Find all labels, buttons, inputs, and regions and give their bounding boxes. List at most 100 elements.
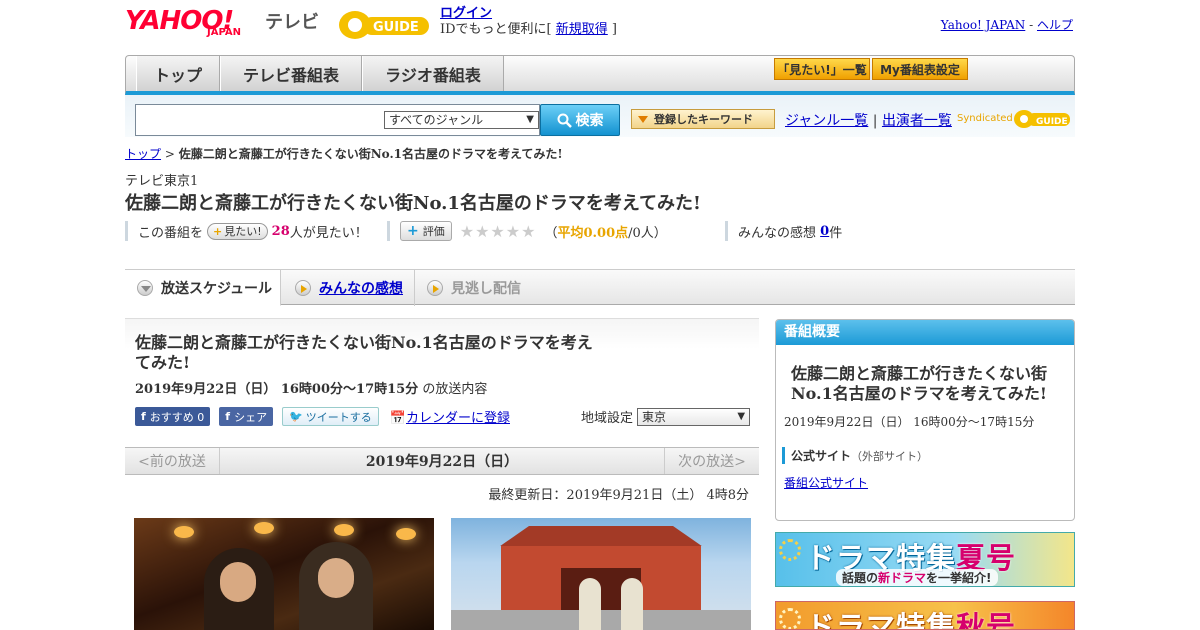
temple-steps	[451, 610, 751, 630]
genre-select[interactable]: すべてのジャンル ▼	[384, 111, 539, 129]
gguide-logo-icon[interactable]: GUIDE	[333, 7, 433, 41]
program-overview-header: 番組概要	[776, 320, 1074, 345]
yahoo-japan-link[interactable]: Yahoo! JAPAN	[941, 18, 1026, 32]
temple-roof	[500, 526, 702, 546]
plus-icon: +	[407, 223, 419, 239]
banner-sub-b: 新ドラマ	[878, 571, 927, 585]
tv-logo-text[interactable]: テレビ	[265, 8, 319, 34]
tab-reviews-label: みんなの感想	[319, 281, 403, 297]
id-suffix-text: ]	[607, 22, 617, 37]
page: YAHOO! JAPAN テレビ GUIDE ログイン IDでもっと便利に[ 新…	[125, 0, 1075, 630]
want-count: 28	[271, 223, 290, 239]
banner-subtitle: 話題の新ドラマを一挙紹介!	[836, 569, 998, 586]
rate-button-label: 評価	[422, 225, 445, 238]
facebook-icon: f	[141, 410, 146, 423]
login-link[interactable]: ログイン	[440, 6, 492, 21]
prev-broadcast-button: <前の放送	[125, 448, 220, 474]
search-button[interactable]: 検索	[540, 104, 620, 136]
avg-raters: /0人）	[628, 225, 667, 241]
pager-date: 2019年9月22日（日）	[365, 454, 519, 470]
calendar-register-link[interactable]: カレンダーに登録	[406, 411, 510, 426]
dropdown-arrow-icon: ▼	[737, 410, 746, 422]
my-schedule-settings-button[interactable]: My番組表設定	[872, 58, 968, 80]
breadcrumb-current: 佐藤二朗と斎藤工が行きたくない街No.1名古屋のドラマを考えてみた!	[178, 147, 563, 161]
rating-group: + 評価 ★★★★★ （平均0.00点/0人）	[387, 221, 667, 241]
official-site-link[interactable]: 番組公式サイト	[784, 474, 868, 491]
top-right-links: Yahoo! JAPAN - ヘルプ	[941, 16, 1073, 33]
cast-list-link[interactable]: 出演者一覧	[882, 113, 952, 129]
link-divider: |	[872, 113, 878, 129]
facebook-recommend-label: おすすめ 0	[149, 410, 205, 424]
gguide-logo-text: GUIDE	[373, 20, 419, 35]
broadcast-pager: <前の放送 2019年9月22日（日） 次の放送>	[125, 447, 759, 475]
drama-summer-banner[interactable]: ドラマ特集夏号 話題の新ドラマを一挙紹介!	[775, 532, 1075, 587]
banner-title: ドラマ特集秋号	[806, 604, 1017, 630]
top-link-separator: -	[1025, 18, 1037, 32]
overview-title: 佐藤二朗と斎藤工が行きたくない街No.1名古屋のドラマを考えてみた!	[791, 364, 1048, 403]
person-face	[220, 562, 256, 602]
facebook-share-label: シェア	[234, 410, 268, 424]
search-bar: すべてのジャンル ▼ 検索 登録したキーワード ジャンル一覧 | 出演者一覧 S…	[125, 95, 1075, 137]
help-link[interactable]: ヘルプ	[1037, 18, 1073, 32]
watchlist-button[interactable]: 「見たい!」一覧	[774, 58, 870, 80]
gguide-small-logo-icon: GUIDE	[1014, 110, 1070, 128]
program-subtabs: 放送スケジュール みんなの感想 見逃し配信	[125, 269, 1075, 306]
nav-tab-top[interactable]: トップ	[136, 56, 220, 91]
region-setting: 地域設定 東京 ▼	[581, 407, 751, 426]
lamp-decoration	[396, 528, 416, 540]
broadcast-datetime-suffix: の放送内容	[418, 382, 488, 397]
broadcast-title: 佐藤二朗と斎藤工が行きたくない街No.1名古屋のドラマを考えてみた!	[135, 333, 593, 372]
official-site-label: 公式サイト	[791, 449, 852, 463]
want-suffix-text: 人が見たい！	[289, 225, 368, 241]
drama-autumn-banner[interactable]: ドラマ特集秋号	[775, 601, 1075, 630]
reviews-unit: 件	[829, 225, 843, 241]
nav-tab-tv-schedule[interactable]: テレビ番組表	[220, 56, 362, 91]
want-prefix-text: この番組を	[138, 225, 204, 241]
want-to-watch-button[interactable]: + 見たい!	[207, 222, 268, 240]
program-meta: この番組を + 見たい! 28 人が見たい！ + 評価 ★★★★★ （平均0.00点 /…	[125, 221, 1075, 241]
header: YAHOO! JAPAN テレビ GUIDE ログイン IDでもっと便利に[ 新…	[125, 0, 1075, 50]
region-select-value: 東京	[642, 409, 667, 424]
region-select[interactable]: 東京 ▼	[637, 407, 751, 426]
tab-reviews[interactable]: みんなの感想	[281, 270, 415, 306]
triangle-down-icon	[638, 116, 648, 123]
play-circle-icon	[295, 280, 311, 296]
lamp-decoration	[334, 524, 354, 536]
banner-sub-a: 話題の	[842, 571, 879, 585]
id-prefix-text: IDでもっと便利に[	[440, 22, 556, 37]
avg-score: 平均0.00点	[557, 225, 629, 241]
breadcrumb: トップ > 佐藤二朗と斎藤工が行きたくない街No.1名古屋のドラマを考えてみた!	[125, 145, 563, 162]
reviews-count-link[interactable]: 0	[820, 224, 829, 239]
signup-link[interactable]: 新規取得	[556, 22, 608, 37]
calendar-register[interactable]: 📅カレンダーに登録	[390, 407, 510, 426]
tweet-button[interactable]: 🐦 ツイートする	[282, 407, 379, 426]
genre-list-link[interactable]: ジャンル一覧	[785, 113, 868, 129]
rate-button[interactable]: + 評価	[400, 221, 452, 241]
facebook-share-button[interactable]: f シェア	[219, 407, 274, 426]
breadcrumb-separator: >	[161, 147, 179, 161]
nav-tab-radio-schedule[interactable]: ラジオ番組表	[362, 56, 504, 91]
genre-select-value: すべてのジャンル	[389, 113, 484, 127]
broadcast-datetime: 2019年9月22日（日） 16時00分～17時15分	[135, 382, 419, 397]
main-nav: トップ テレビ番組表 ラジオ番組表 「見たい!」一覧 My番組表設定	[125, 55, 1075, 95]
reviews-group: みんなの感想 0件	[725, 221, 842, 241]
last-updated: 最終更新日：2019年9月21日（土） 4時8分	[488, 488, 749, 503]
avg-open-paren: （	[544, 225, 558, 241]
search-links: ジャンル一覧 | 出演者一覧	[785, 110, 952, 130]
gguide-small-logo-text: GUIDE	[1036, 117, 1068, 127]
search-icon	[557, 113, 572, 128]
facebook-icon: f	[225, 410, 231, 423]
page-title: 佐藤二朗と斎藤工が行きたくない街No.1名古屋のドラマを考えてみた!	[125, 193, 701, 214]
program-overview-panel: 番組概要 佐藤二朗と斎藤工が行きたくない街No.1名古屋のドラマを考えてみた! …	[775, 319, 1075, 521]
banner-title-main: ドラマ特集	[806, 610, 957, 630]
login-block: ログイン IDでもっと便利に[ 新規取得 ]	[440, 6, 617, 38]
tab-vod: 見逃し配信	[415, 270, 545, 306]
facebook-recommend-button[interactable]: f おすすめ 0	[135, 407, 211, 426]
breadcrumb-top-link[interactable]: トップ	[125, 147, 161, 161]
want-button-label: 見たい!	[224, 225, 262, 238]
registered-keywords-button[interactable]: 登録したキーワード	[631, 109, 775, 129]
banner-title-season: 秋号	[956, 610, 1017, 630]
tab-broadcast-schedule[interactable]: 放送スケジュール	[125, 270, 281, 306]
channel-name: テレビ東京1	[125, 174, 199, 189]
tab-broadcast-schedule-label: 放送スケジュール	[161, 280, 273, 297]
